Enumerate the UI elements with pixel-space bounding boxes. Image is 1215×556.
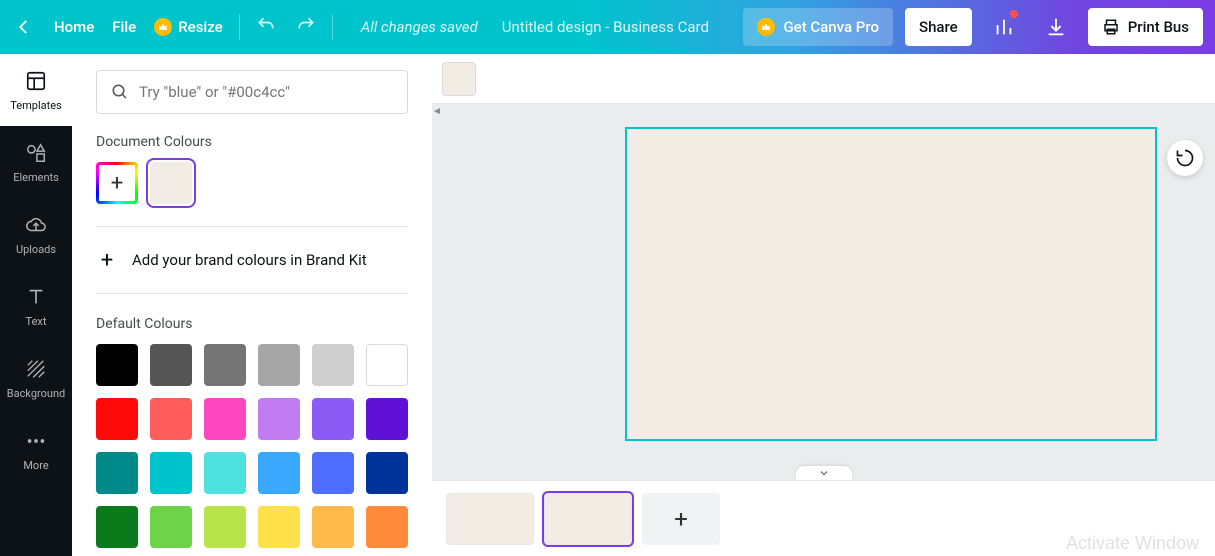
colour-swatch[interactable] <box>258 452 300 494</box>
canvas-stage[interactable]: ◄ <box>432 104 1215 480</box>
templates-icon <box>24 69 48 93</box>
file-menu[interactable]: File <box>112 18 136 36</box>
colour-swatch[interactable] <box>150 506 192 548</box>
rail-text[interactable]: Text <box>0 270 72 342</box>
undo-redo-group <box>256 15 316 39</box>
scroll-left-arrow[interactable]: ◄ <box>432 104 442 118</box>
expand-pages-tab[interactable] <box>796 466 852 480</box>
colour-swatch[interactable] <box>258 506 300 548</box>
colour-panel: Document Colours + + Add your brand colo… <box>72 54 432 556</box>
os-watermark: Activate Window <box>1066 533 1199 554</box>
rail-label: Uploads <box>16 243 56 256</box>
undo-button[interactable] <box>256 15 276 39</box>
default-colours-label: Default Colours <box>96 316 408 332</box>
panel-separator <box>96 293 408 294</box>
colour-search[interactable] <box>96 70 408 114</box>
colour-swatch[interactable] <box>96 452 138 494</box>
left-rail: Templates Elements Uploads Text Backgrou… <box>0 54 72 556</box>
share-button[interactable]: Share <box>905 8 972 46</box>
rail-more[interactable]: More <box>0 414 72 486</box>
colour-swatch[interactable] <box>366 344 408 386</box>
colour-swatch[interactable] <box>366 398 408 440</box>
plus-icon: + <box>96 249 118 271</box>
colour-swatch[interactable] <box>204 506 246 548</box>
doc-colours-row: + <box>96 162 408 204</box>
text-icon <box>24 285 48 309</box>
colour-swatch[interactable] <box>366 506 408 548</box>
header-divider-2 <box>332 14 333 40</box>
elements-icon <box>24 141 48 165</box>
home-button[interactable]: Home <box>54 18 94 36</box>
colour-swatch[interactable] <box>258 398 300 440</box>
colour-swatch[interactable] <box>312 344 354 386</box>
current-colour-swatch[interactable] <box>442 62 476 96</box>
background-icon <box>24 357 48 381</box>
reset-orientation-button[interactable] <box>1167 140 1203 176</box>
rail-background[interactable]: Background <box>0 342 72 414</box>
save-status: All changes saved <box>361 18 478 36</box>
colour-swatch[interactable] <box>204 398 246 440</box>
redo-button[interactable] <box>296 15 316 39</box>
brand-kit-label: Add your brand colours in Brand Kit <box>132 251 367 269</box>
rail-label: Background <box>7 387 65 400</box>
rail-label: Elements <box>13 171 59 184</box>
search-input[interactable] <box>139 83 393 101</box>
resize-label: Resize <box>178 18 222 36</box>
header-left-group: Home File Resize <box>12 15 223 39</box>
uploads-icon <box>24 213 48 237</box>
back-icon[interactable] <box>12 15 36 39</box>
page-thumbnail-2[interactable] <box>544 493 632 545</box>
colour-swatch[interactable] <box>258 344 300 386</box>
colour-swatch[interactable] <box>312 398 354 440</box>
design-title[interactable]: Untitled design - Business Card <box>502 18 709 36</box>
colour-swatch[interactable] <box>96 506 138 548</box>
colour-swatch[interactable] <box>150 344 192 386</box>
colour-swatch[interactable] <box>150 398 192 440</box>
print-button[interactable]: Print Bus <box>1088 8 1203 46</box>
colour-swatch[interactable] <box>96 344 138 386</box>
notification-dot <box>1010 10 1018 18</box>
crown-icon <box>757 18 775 36</box>
colour-swatch[interactable] <box>312 506 354 548</box>
doc-colour-swatch[interactable] <box>150 162 192 204</box>
design-page[interactable] <box>627 129 1155 439</box>
colour-swatch[interactable] <box>312 452 354 494</box>
doc-colours-label: Document Colours <box>96 134 408 150</box>
rail-uploads[interactable]: Uploads <box>0 198 72 270</box>
pages-strip: + Activate Window <box>432 480 1215 556</box>
download-button[interactable] <box>1036 8 1076 46</box>
colour-swatch[interactable] <box>366 452 408 494</box>
rail-label: More <box>23 459 48 472</box>
rail-label: Text <box>26 315 47 328</box>
colour-swatch[interactable] <box>96 398 138 440</box>
insights-button[interactable] <box>984 8 1024 46</box>
crown-icon <box>154 18 172 36</box>
header-divider <box>239 14 240 40</box>
default-colours-grid <box>96 344 408 548</box>
rail-elements[interactable]: Elements <box>0 126 72 198</box>
app-header: Home File Resize All changes saved Untit… <box>0 0 1215 54</box>
rail-templates[interactable]: Templates <box>0 54 72 126</box>
brand-kit-button[interactable]: + Add your brand colours in Brand Kit <box>96 249 408 271</box>
get-pro-button[interactable]: Get Canva Pro <box>743 8 893 46</box>
canvas-area: ◄ + Activate Window <box>432 54 1215 556</box>
colour-swatch[interactable] <box>204 452 246 494</box>
panel-separator <box>96 226 408 227</box>
print-label: Print Bus <box>1128 18 1189 36</box>
search-icon <box>111 83 129 101</box>
colour-swatch[interactable] <box>150 452 192 494</box>
add-page-button[interactable]: + <box>642 493 720 545</box>
pro-label: Get Canva Pro <box>783 18 879 36</box>
colour-swatch[interactable] <box>204 344 246 386</box>
rail-label: Templates <box>10 99 61 112</box>
page-thumbnail-1[interactable] <box>446 493 534 545</box>
add-colour-button[interactable]: + <box>96 162 138 204</box>
canvas-toolbar <box>432 54 1215 104</box>
more-icon <box>24 429 48 453</box>
resize-button[interactable]: Resize <box>154 18 222 36</box>
